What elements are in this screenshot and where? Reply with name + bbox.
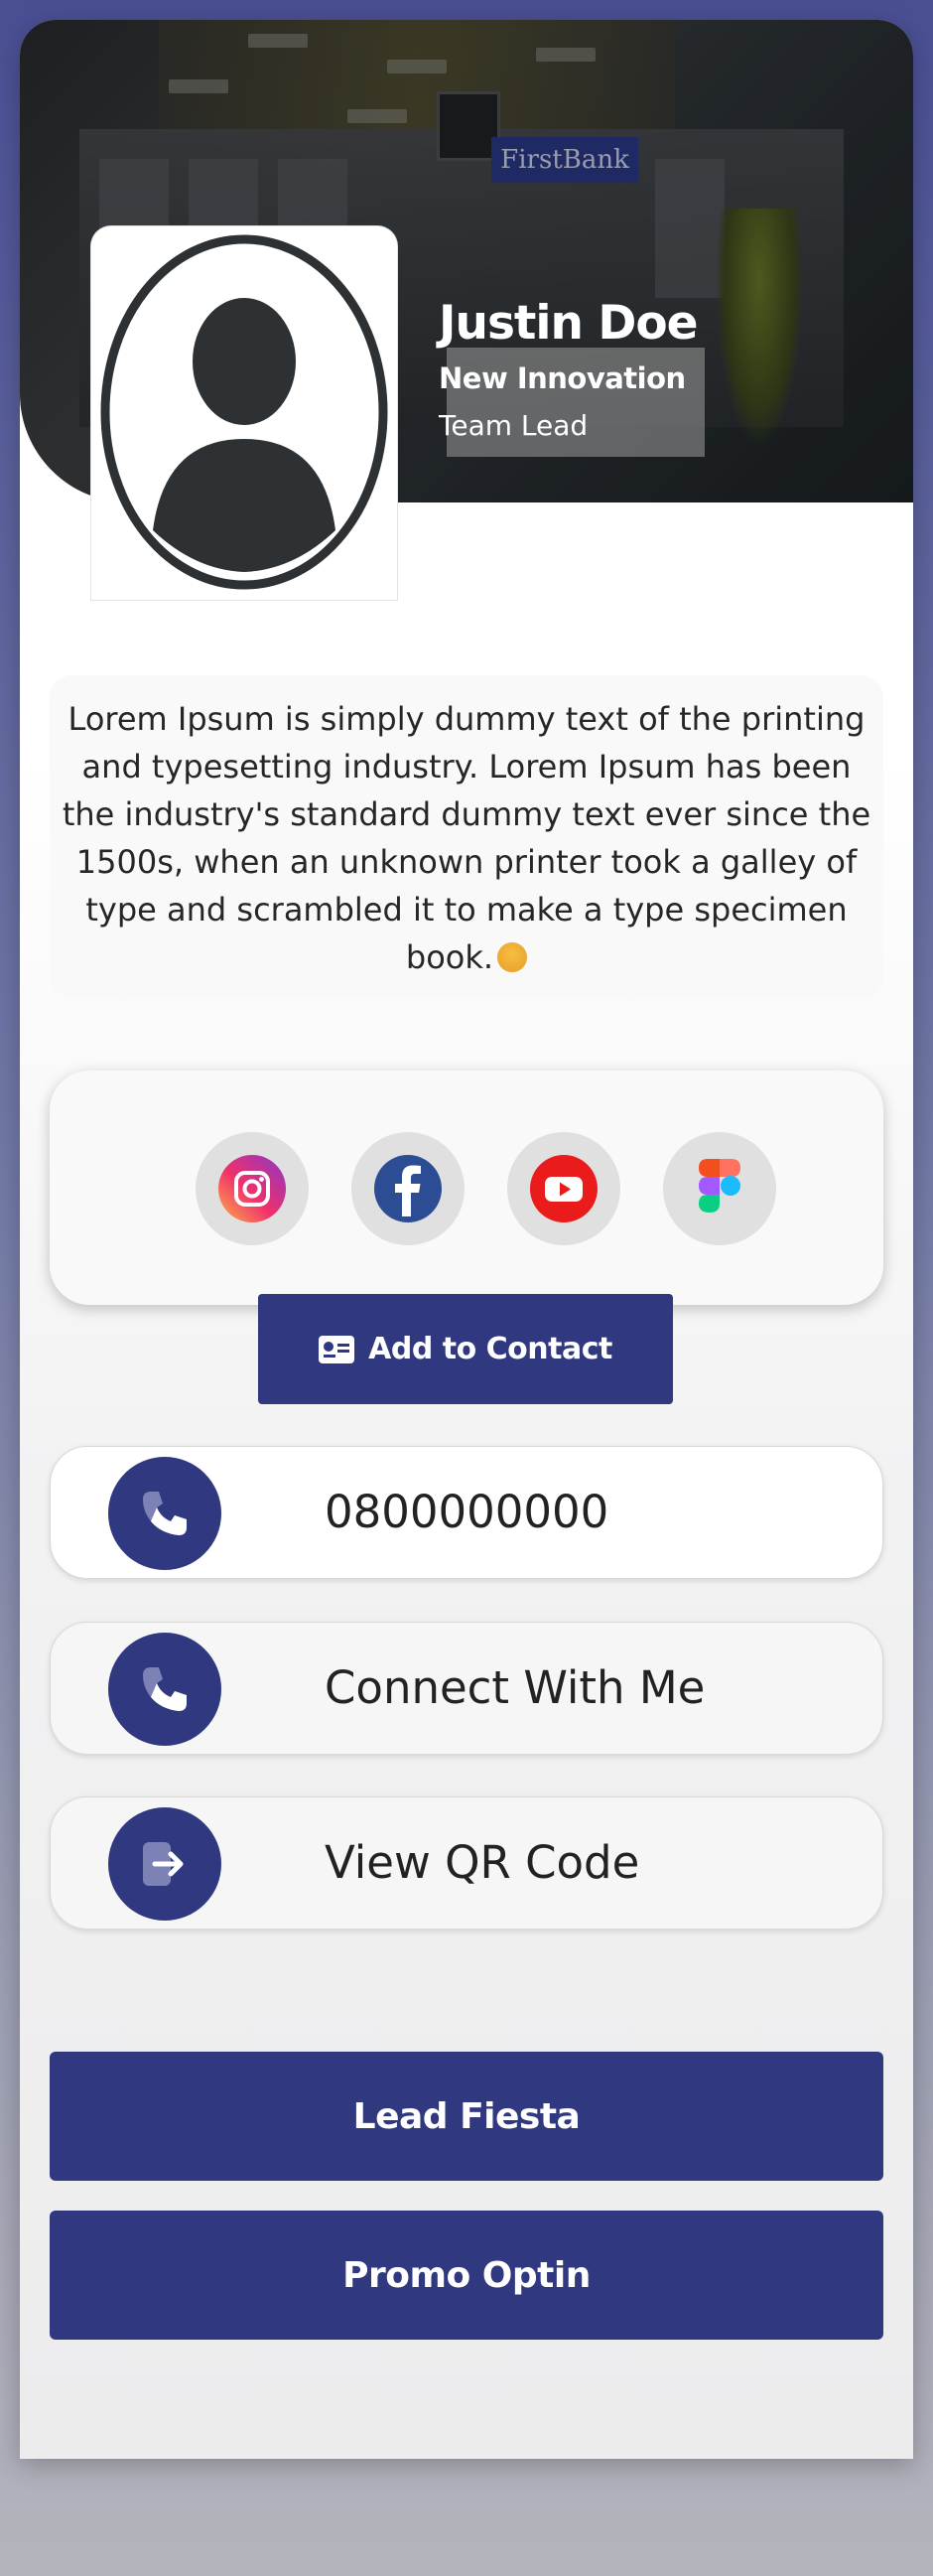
contact-card-icon	[319, 1335, 355, 1363]
promo-optin-button[interactable]: Promo Optin	[50, 2211, 883, 2340]
connect-label: Connect With Me	[325, 1661, 706, 1714]
sign-in-icon	[143, 1842, 184, 1886]
bio-section: Lorem Ipsum is simply dummy text of the …	[50, 675, 883, 999]
instagram-button[interactable]	[196, 1132, 309, 1245]
add-to-contact-button[interactable]: Add to Contact	[258, 1294, 673, 1404]
youtube-icon	[530, 1155, 598, 1222]
figma-icon	[699, 1159, 740, 1213]
avatar	[91, 226, 397, 600]
add-to-contact-label: Add to Contact	[368, 1332, 612, 1366]
phone-icon	[143, 1492, 187, 1535]
lead-fiesta-button[interactable]: Lead Fiesta	[50, 2052, 883, 2181]
qr-code-row[interactable]: View QR Code	[50, 1796, 883, 1930]
emoji-icon	[497, 942, 528, 972]
phone-number: 0800000000	[325, 1486, 609, 1538]
phone-row[interactable]: 0800000000	[50, 1446, 883, 1579]
view-qr-label: View QR Code	[325, 1836, 640, 1889]
facebook-button[interactable]	[351, 1132, 465, 1245]
social-links	[50, 1071, 883, 1305]
phone-icon-circle	[108, 1457, 221, 1570]
profile-card: FirstBank Justin Doe New Innovation Team…	[20, 20, 913, 2459]
connect-icon-circle	[108, 1633, 221, 1746]
connect-row[interactable]: Connect With Me	[50, 1622, 883, 1755]
user-silhouette-icon	[100, 234, 388, 590]
qr-icon-circle	[108, 1807, 221, 1921]
instagram-icon	[218, 1155, 286, 1222]
profile-name: Justin Doe	[439, 296, 699, 351]
bio-text: Lorem Ipsum is simply dummy text of the …	[62, 700, 871, 976]
youtube-button[interactable]	[507, 1132, 620, 1245]
facebook-icon	[374, 1155, 442, 1222]
profile-role: Team Lead	[439, 409, 589, 442]
figma-button[interactable]	[663, 1132, 776, 1245]
profile-company: New Innovation	[439, 361, 686, 395]
phone-icon	[143, 1667, 187, 1711]
